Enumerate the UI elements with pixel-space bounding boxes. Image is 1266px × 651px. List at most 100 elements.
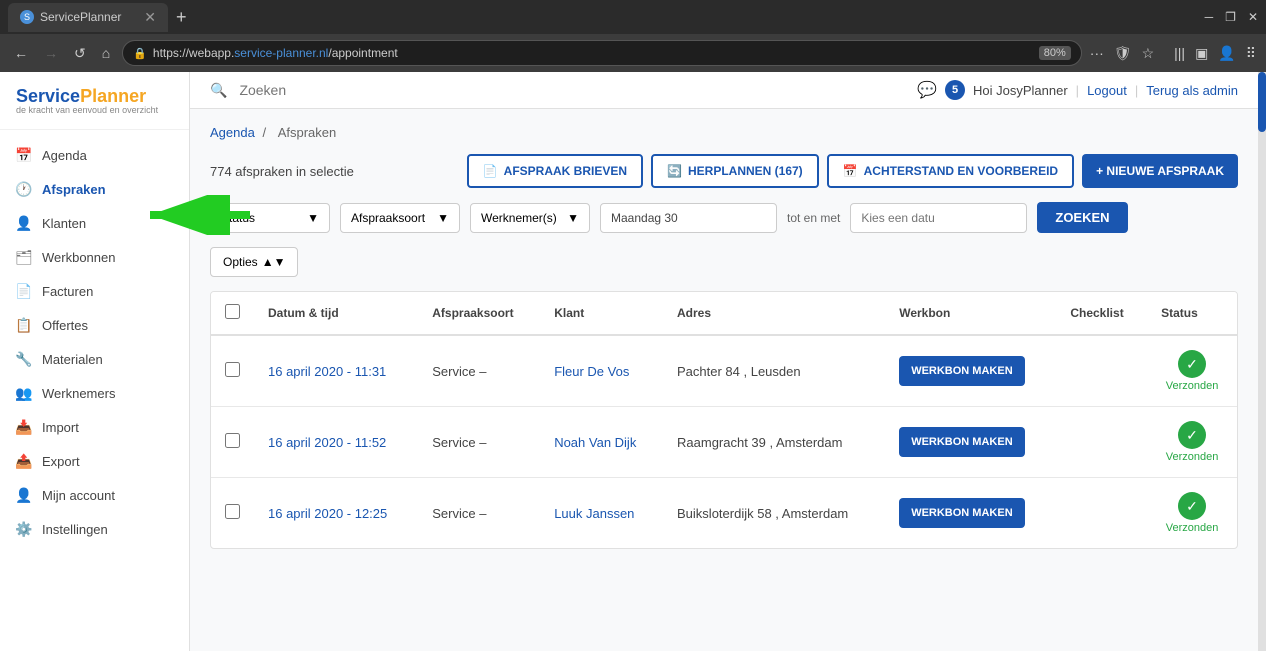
afspraaksoort-filter[interactable]: Afspraaksoort ▼ [340,203,460,233]
werknemer-chevron-icon: ▼ [567,211,579,225]
date-from-input[interactable] [600,203,777,233]
status-icon-1: ✓ [1178,421,1206,449]
close-icon[interactable]: ✕ [1248,10,1258,24]
sidebar-item-werknemers[interactable]: 👥 Werknemers [0,376,189,410]
row-werkbon-0: WERKBON MAKEN [885,335,1056,407]
row-checklist-1 [1056,407,1147,478]
browser-tab[interactable]: S ServicePlanner ✕ [8,3,168,32]
sidebar-item-instellingen[interactable]: ⚙️ Instellingen [0,512,189,546]
afspraak-brieven-button[interactable]: 📄 AFSPRAAK BRIEVEN [467,154,643,188]
date-link-0[interactable]: 16 april 2020 - 11:31 [268,364,386,379]
achterstand-icon: 📅 [843,164,858,178]
client-link-0[interactable]: Fleur De Vos [554,364,629,379]
row-date-1: 16 april 2020 - 11:52 [254,407,418,478]
sidebar-item-import[interactable]: 📥 Import [0,410,189,444]
more-options-icon[interactable]: ··· [1090,45,1104,62]
top-header: 🔍 💬 5 Hoi JosyPlanner | Logout | Terug a… [190,72,1258,109]
sidebar-item-klanten[interactable]: 👤 Klanten [0,206,189,240]
row-status-0: ✓ Verzonden [1147,335,1237,407]
back-button[interactable]: ← [10,41,32,65]
status-text-0: Verzonden [1166,380,1219,392]
appointments-table-container: Datum & tijd Afspraaksoort Klant Adres [210,291,1238,549]
bookmark-icon[interactable]: ☆ [1142,45,1155,62]
row-checkbox-0[interactable] [225,362,240,377]
logout-link[interactable]: Logout [1087,83,1127,98]
client-link-1[interactable]: Noah Van Dijk [554,435,636,450]
grid-icon[interactable]: ⠿ [1246,45,1256,62]
sidebar-item-facturen[interactable]: 📄 Facturen [0,274,189,308]
library-icon[interactable]: ||| [1174,45,1185,62]
chat-icon[interactable]: 💬 [917,80,937,100]
row-werkbon-1: WERKBON MAKEN [885,407,1056,478]
table-row: 16 april 2020 - 12:25 Service – Luuk Jan… [211,478,1237,549]
maximize-icon[interactable]: ❐ [1225,10,1236,24]
home-button[interactable]: ⌂ [98,41,114,65]
row-checklist-0 [1056,335,1147,407]
minimize-icon[interactable]: ─ [1205,10,1214,24]
pocket-icon[interactable]: 🛡 [1114,45,1132,62]
row-checkbox-1[interactable] [225,433,240,448]
search-input[interactable] [239,82,499,98]
col-afspraaksoort: Afspraaksoort [418,292,540,335]
forward-button[interactable]: → [40,41,62,65]
message-badge[interactable]: 5 [945,80,965,100]
date-link-2[interactable]: 16 april 2020 - 12:25 [268,506,387,521]
sidebar-item-offertes[interactable]: 📋 Offertes [0,308,189,342]
achterstand-label: ACHTERSTAND EN VOORBEREID [864,164,1058,178]
materialen-icon: 🔧 [16,351,32,367]
breadcrumb-parent[interactable]: Agenda [210,125,255,140]
scrollbar-thumb[interactable] [1258,72,1266,132]
sidebar-item-agenda[interactable]: 📅 Agenda [0,138,189,172]
row-checkbox-2[interactable] [225,504,240,519]
date-to-input[interactable] [850,203,1027,233]
sidebar-item-mijn-account[interactable]: 👤 Mijn account [0,478,189,512]
date-link-1[interactable]: 16 april 2020 - 11:52 [268,435,386,450]
logo-service: Service [16,86,80,106]
herplannen-button[interactable]: 🔄 HERPLANNEN (167) [651,154,819,188]
reload-button[interactable]: ↺ [70,41,90,66]
werkbon-button-2[interactable]: WERKBON MAKEN [899,498,1024,528]
admin-link[interactable]: Terug als admin [1146,83,1238,98]
zoom-level: 80% [1039,46,1071,60]
select-all-checkbox[interactable] [225,304,240,319]
content-area: Agenda / Afspraken 774 afspraken in sele… [190,109,1258,651]
sidebar-item-materialen[interactable]: 🔧 Materialen [0,342,189,376]
nieuwe-afspraak-button[interactable]: + NIEUWE AFSPRAAK [1082,154,1238,188]
werkbon-button-1[interactable]: WERKBON MAKEN [899,427,1024,457]
sidebar-item-werkbonnen[interactable]: 🗂 Werkbonnen [0,240,189,274]
row-checklist-2 [1056,478,1147,549]
row-werkbon-2: WERKBON MAKEN [885,478,1056,549]
sidebar-label-afspraken: Afspraken [42,182,106,197]
sidebar-item-export[interactable]: 📤 Export [0,444,189,478]
tab-close-icon[interactable]: ✕ [144,9,156,26]
col-werkbon: Werkbon [885,292,1056,335]
status-chevron-icon: ▼ [307,211,319,225]
opties-button[interactable]: Opties ▲▼ [210,247,298,277]
sidebar-label-offertes: Offertes [42,318,88,333]
account-icon[interactable]: 👤 [1218,45,1235,62]
werknemer-filter[interactable]: Werknemer(s) ▼ [470,203,590,233]
sidebar-label-import: Import [42,420,79,435]
status-badge-2: ✓ Verzonden [1161,492,1223,534]
app-layout: ServicePlanner de kracht van eenvoud en … [0,72,1266,651]
nieuwe-label: + NIEUWE AFSPRAAK [1096,164,1224,178]
sidebar-nav: 📅 Agenda 🕐 Afspraken 👤 Klanten 🗂 Werkbon… [0,130,189,651]
agenda-icon: 📅 [16,147,32,163]
address-bar[interactable]: 🔒 https://webapp.service-planner.nl/appo… [122,40,1082,66]
right-scrollbar[interactable] [1258,72,1266,651]
status-filter[interactable]: Status ▼ [210,203,330,233]
werkbon-button-0[interactable]: WERKBON MAKEN [899,356,1024,386]
achterstand-button[interactable]: 📅 ACHTERSTAND EN VOORBEREID [827,154,1074,188]
new-tab-button[interactable]: + [176,7,187,28]
browser-toolbar-icons: ··· 🛡 ☆ [1090,45,1154,62]
row-checkbox-cell [211,335,254,407]
sidebar-item-afspraken[interactable]: 🕐 Afspraken [0,172,189,206]
opties-label: Opties [223,255,258,269]
offertes-icon: 📋 [16,317,32,333]
action-buttons: 📄 AFSPRAAK BRIEVEN 🔄 HERPLANNEN (167) 📅 … [467,154,1238,188]
zoeken-button[interactable]: ZOEKEN [1037,202,1127,233]
row-adres-0: Pachter 84 , Leusden [663,335,885,407]
client-link-2[interactable]: Luuk Janssen [554,506,634,521]
sidebar-toggle-icon[interactable]: ▣ [1195,45,1208,62]
herplannen-icon: 🔄 [667,164,682,178]
